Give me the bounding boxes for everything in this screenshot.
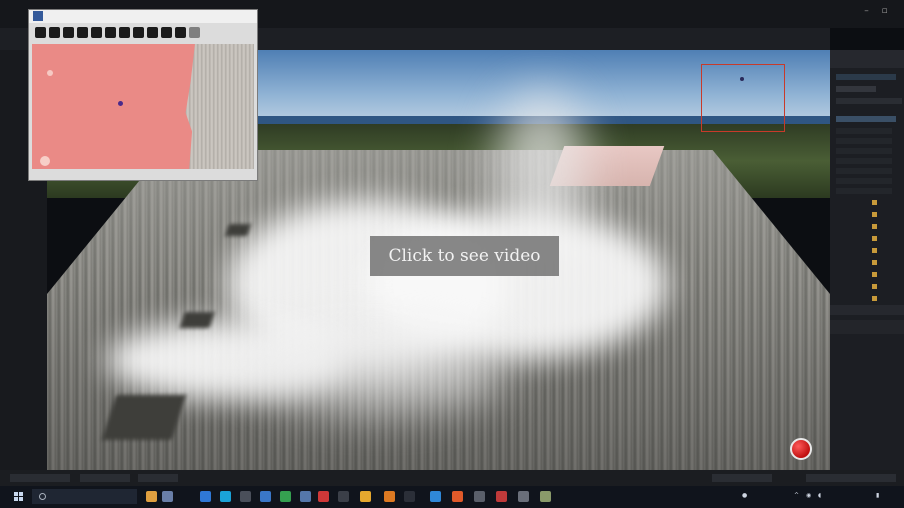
folder-icon	[872, 296, 877, 301]
revision-control-button[interactable]	[806, 474, 896, 482]
tool-button[interactable]	[35, 27, 46, 38]
outliner-row[interactable]	[836, 98, 902, 104]
outliner-row[interactable]	[836, 168, 892, 174]
source-control-button[interactable]	[712, 474, 772, 482]
segmentation-preview[interactable]	[32, 44, 254, 169]
tool-button[interactable]	[91, 27, 102, 38]
notification-icon[interactable]: ▮	[876, 492, 879, 499]
outliner-row[interactable]	[836, 158, 892, 164]
outliner-row[interactable]	[836, 138, 892, 144]
tool-button[interactable]	[189, 27, 200, 38]
app-icon[interactable]	[384, 491, 395, 502]
target-marker	[740, 77, 744, 81]
taskbar-search-box[interactable]	[32, 489, 137, 504]
taskbar: ● ^ ◉ ◖ ▮	[0, 486, 904, 508]
search-icon	[39, 493, 46, 500]
tray-chevron-icon[interactable]: ^	[794, 492, 799, 499]
app-icon[interactable]	[452, 491, 463, 502]
folder-icon	[872, 248, 877, 253]
folder-icon	[872, 212, 877, 217]
outliner-footer	[830, 305, 904, 315]
tool-button[interactable]	[119, 27, 130, 38]
object-shadow	[225, 224, 251, 236]
folder-icon	[872, 236, 877, 241]
outliner-row[interactable]	[836, 188, 892, 194]
details-tab-bar[interactable]	[830, 320, 904, 334]
app-icon[interactable]	[260, 491, 271, 502]
maximize-icon[interactable]: ▫	[880, 7, 889, 16]
folder-icon	[872, 260, 877, 265]
app-icon[interactable]	[474, 491, 485, 502]
app-icon[interactable]	[430, 491, 441, 502]
weather-icon[interactable]	[146, 491, 157, 502]
outliner-search[interactable]	[836, 74, 896, 80]
output-log-button[interactable]	[80, 474, 130, 482]
plugin-title-bar[interactable]	[29, 10, 257, 23]
mask-blob	[47, 70, 53, 76]
smoke-cloud	[247, 330, 507, 410]
outliner-row-selected[interactable]	[836, 116, 896, 122]
outliner-row[interactable]	[836, 148, 892, 154]
minimize-icon[interactable]: –	[862, 7, 871, 16]
mask-blob	[40, 156, 50, 166]
app-icon[interactable]	[518, 491, 529, 502]
tool-button[interactable]	[133, 27, 144, 38]
app-icon[interactable]	[404, 491, 415, 502]
app-icon[interactable]	[280, 491, 291, 502]
plugin-window[interactable]	[28, 9, 258, 181]
outliner-header	[830, 50, 904, 68]
folder-icon[interactable]	[360, 491, 371, 502]
windows-start-icon[interactable]	[14, 492, 24, 502]
tool-button[interactable]	[77, 27, 88, 38]
cursor-marker	[118, 101, 123, 106]
tray-weather-icon[interactable]: ●	[742, 492, 747, 499]
tool-button[interactable]	[49, 27, 60, 38]
play-video-button[interactable]: Click to see video	[370, 236, 559, 276]
app-icon[interactable]	[338, 491, 349, 502]
app-icon	[33, 11, 43, 21]
editor-status-bar	[0, 470, 904, 486]
selection-rectangle	[701, 64, 785, 132]
outliner-panel	[830, 50, 904, 470]
app-icon[interactable]	[300, 491, 311, 502]
object-shadow	[179, 312, 215, 328]
app-icon[interactable]	[240, 491, 251, 502]
cmd-button[interactable]	[138, 474, 178, 482]
task-view-icon[interactable]	[162, 491, 173, 502]
folder-icon	[872, 284, 877, 289]
tool-button[interactable]	[175, 27, 186, 38]
outliner-filter[interactable]	[836, 86, 876, 92]
record-button[interactable]	[790, 438, 812, 460]
app-icon[interactable]	[200, 491, 211, 502]
tool-button[interactable]	[161, 27, 172, 38]
folder-icon	[872, 200, 877, 205]
tray-volume-icon[interactable]: ◖	[818, 492, 821, 499]
tool-button[interactable]	[147, 27, 158, 38]
app-icon[interactable]	[318, 491, 329, 502]
folder-icon	[872, 272, 877, 277]
object-shadow	[101, 395, 187, 440]
app-icon[interactable]	[540, 491, 551, 502]
tray-network-icon[interactable]: ◉	[806, 492, 811, 499]
tool-button[interactable]	[63, 27, 74, 38]
unmasked-region	[185, 44, 254, 169]
tool-button[interactable]	[105, 27, 116, 38]
browser-icon[interactable]	[220, 491, 231, 502]
outliner-row[interactable]	[836, 178, 892, 184]
outliner-row[interactable]	[836, 128, 892, 134]
app-icon[interactable]	[496, 491, 507, 502]
content-drawer-button[interactable]	[10, 474, 70, 482]
folder-icon	[872, 224, 877, 229]
